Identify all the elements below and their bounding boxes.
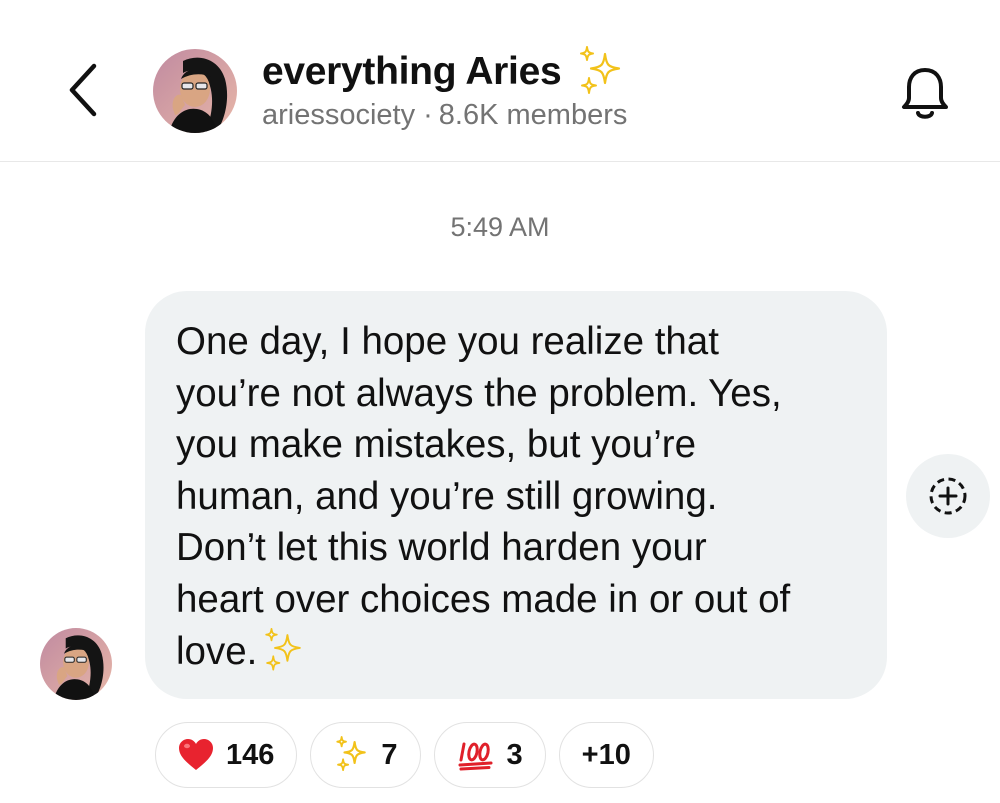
sparkles-icon — [265, 627, 302, 671]
channel-header: everything Aries ariessociety · 8.6K membe… — [0, 0, 1000, 162]
more-reactions-count: +10 — [581, 738, 631, 771]
red-heart-icon — [179, 739, 213, 770]
reactions-bar: 146 7 3 +10 — [155, 722, 654, 788]
reaction-chip-heart[interactable]: 146 — [155, 722, 298, 788]
channel-title: everything Aries — [262, 50, 562, 93]
reaction-chip-hundred[interactable]: 3 — [433, 722, 546, 788]
chevron-left-icon — [69, 63, 97, 117]
bell-icon — [902, 68, 948, 119]
reaction-count: 3 — [506, 738, 523, 771]
channel-subtitle: ariessociety · 8.6K members — [262, 99, 627, 132]
reaction-chip-sparkles[interactable]: 7 — [310, 722, 421, 788]
add-reaction-icon — [929, 477, 967, 515]
message-bubble[interactable]: One day, I hope you realize that you’re … — [145, 291, 887, 699]
notifications-button[interactable] — [893, 62, 957, 126]
more-reactions-chip[interactable]: +10 — [558, 722, 654, 788]
channel-avatar[interactable] — [153, 49, 237, 133]
channel-handle: ariessociety — [262, 99, 416, 131]
reaction-count: 146 — [226, 738, 275, 771]
reaction-count: 7 — [381, 738, 398, 771]
sparkles-icon — [336, 736, 367, 772]
message-body: One day, I hope you realize that you’re … — [176, 316, 863, 677]
channel-title-row: everything Aries — [262, 42, 625, 102]
back-button[interactable] — [58, 58, 108, 122]
add-reaction-button[interactable] — [906, 454, 990, 538]
member-count: 8.6K members — [438, 99, 628, 131]
message-timestamp: 5:49 AM — [450, 212, 550, 242]
separator-dot: · — [423, 99, 433, 131]
message-text: One day, I hope you realize that you’re … — [176, 320, 791, 673]
sparkles-icon — [580, 46, 621, 94]
hundred-points-icon — [458, 742, 493, 771]
sender-avatar[interactable] — [40, 628, 112, 700]
